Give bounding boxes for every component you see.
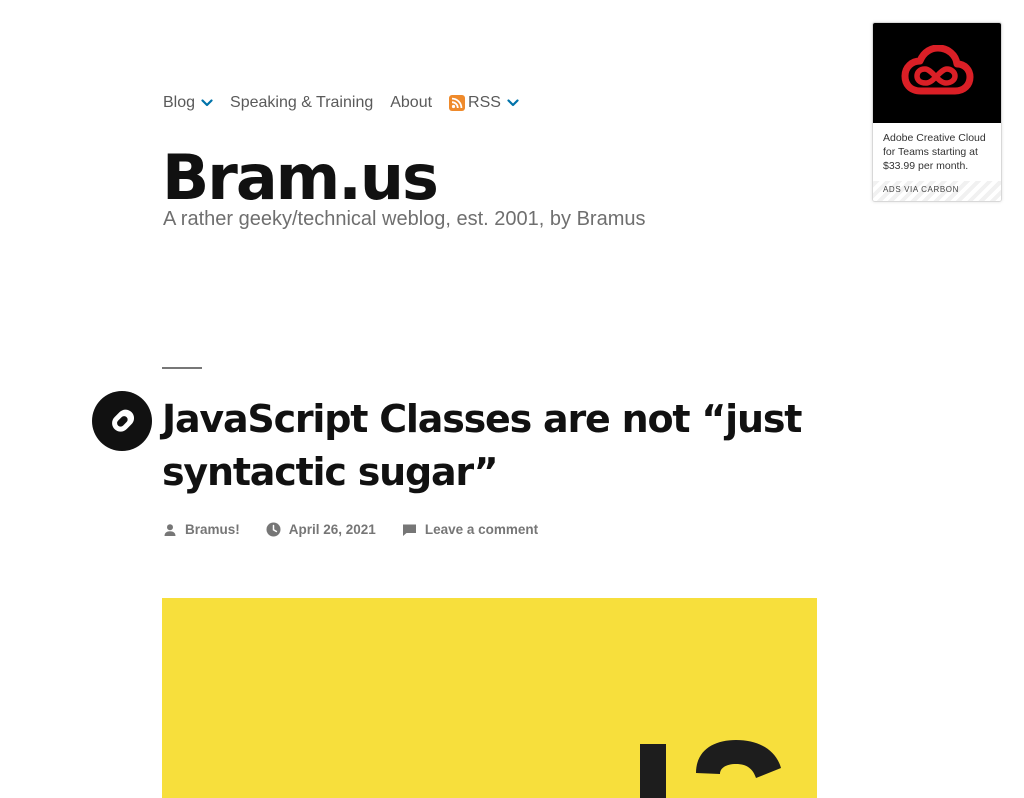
nav-item-rss[interactable]: RSS <box>449 94 519 112</box>
post-date[interactable]: April 26, 2021 <box>266 522 376 537</box>
post-author[interactable]: Bramus! <box>163 522 240 537</box>
site-description: A rather geeky/technical weblog, est. 20… <box>163 208 646 230</box>
nav-item-speaking-training[interactable]: Speaking & Training <box>230 94 373 112</box>
js-logo-partial <box>640 740 781 798</box>
post-comments-link[interactable]: Leave a comment <box>402 522 538 537</box>
ad-via-label[interactable]: ADS VIA CARBON <box>873 181 1001 201</box>
nav-item-label: RSS <box>468 94 501 111</box>
nav-item-label: Speaking & Training <box>230 94 374 111</box>
post-separator <box>162 367 202 369</box>
nav-item-label: About <box>390 94 433 111</box>
nav-item-blog[interactable]: Blog <box>163 94 213 112</box>
comment-icon <box>402 524 416 536</box>
post-date-text: April 26, 2021 <box>288 522 376 537</box>
ad-image[interactable] <box>873 23 1001 123</box>
nav-item-label: Blog <box>163 94 196 111</box>
nav-item-about[interactable]: About <box>390 94 432 112</box>
post-author-name: Bramus! <box>185 522 240 537</box>
carbon-ad[interactable]: Adobe Creative Cloud for Teams starting … <box>872 22 1002 202</box>
post-meta: Bramus! April 26, 2021 Leave a comment <box>163 522 564 537</box>
link-icon <box>112 409 135 432</box>
chevron-down-icon <box>201 99 213 107</box>
person-icon <box>164 523 176 536</box>
post-title[interactable]: JavaScript Classes are not “just syntact… <box>162 393 802 499</box>
post-featured-image[interactable] <box>162 598 817 798</box>
chevron-down-icon <box>507 99 519 107</box>
ad-text[interactable]: Adobe Creative Cloud for Teams starting … <box>873 123 1001 173</box>
site-title[interactable]: Bram.us <box>162 138 439 218</box>
post-format-badge <box>92 391 152 451</box>
clock-icon <box>266 522 281 537</box>
rss-icon <box>449 95 466 111</box>
adobe-creative-cloud-logo-icon <box>901 45 974 95</box>
post-comments-text: Leave a comment <box>424 522 539 537</box>
main-navigation: Blog Speaking & Training About RSS <box>163 94 536 112</box>
